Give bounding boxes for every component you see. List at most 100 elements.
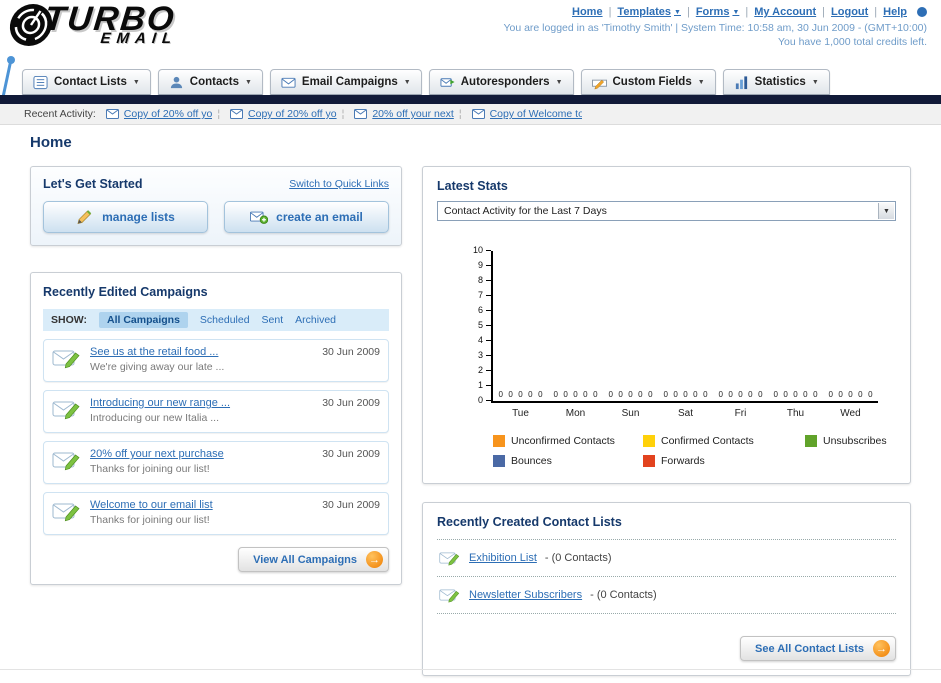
main-content: Home Let's Get Started Switch to Quick L… (0, 126, 941, 676)
filter-tab-all-campaigns[interactable]: All Campaigns (98, 312, 188, 328)
stats-filter-value: Contact Activity for the Last 7 Days (444, 205, 607, 217)
value-label: 0 (583, 390, 588, 399)
header-right: Home | Templates ▼ | Forms ▼ | My Account … (503, 6, 927, 48)
app-logo: TURBO EMAIL (6, 0, 182, 48)
campaigns-filter-bar: SHOW: All Campaigns Scheduled Sent Archi… (43, 309, 389, 331)
campaign-row: See us at the retail food ... We're givi… (43, 339, 389, 382)
tab-contact-lists[interactable]: Contact Lists ▼ (22, 69, 151, 95)
manage-lists-button[interactable]: manage lists (43, 201, 208, 233)
contact-lists-panel: Recently Created Contact Lists Exhibitio… (422, 502, 911, 676)
value-label: 0 (838, 390, 843, 399)
value-label: 0 (773, 390, 778, 399)
list-edit-icon (439, 589, 460, 603)
autoresponders-icon (440, 75, 455, 90)
top-nav-help[interactable]: Help (883, 6, 907, 18)
see-all-contact-lists-label: See All Contact Lists (754, 642, 864, 655)
help-icon[interactable] (917, 7, 927, 17)
top-nav-templates[interactable]: Templates ▼ (617, 6, 681, 18)
see-all-contact-lists-button[interactable]: See All Contact Lists → (739, 636, 896, 661)
top-nav-logout[interactable]: Logout (831, 6, 868, 18)
recent-activity-link[interactable]: Copy of 20% off yo (124, 108, 213, 120)
legend-swatch-bounces (493, 455, 505, 467)
email-campaigns-icon (281, 75, 296, 90)
switch-quick-links-link[interactable]: Switch to Quick Links (289, 178, 389, 190)
campaign-row: Introducing our new range ... Introducin… (43, 390, 389, 433)
value-label: 0 (868, 390, 873, 399)
y-tick-label: 2 (477, 365, 483, 375)
tab-custom-fields[interactable]: Custom Fields ▼ (580, 69, 716, 95)
legend-entry: Forwards (643, 455, 805, 467)
campaign-date: 30 Jun 2009 (322, 448, 380, 460)
separator: | (874, 6, 878, 18)
value-label-group: 00000 (713, 390, 768, 399)
statistics-icon (734, 75, 749, 90)
chevron-down-icon: ▼ (674, 8, 681, 16)
contact-list-link[interactable]: Exhibition List (469, 552, 537, 564)
login-status: You are logged in as 'Timothy Smith' | S… (503, 22, 927, 34)
page-title: Home (30, 134, 72, 151)
campaign-title-link[interactable]: 20% off your next purchase (90, 448, 314, 460)
value-label: 0 (498, 390, 503, 399)
campaign-title-link[interactable]: See us at the retail food ... (90, 346, 314, 358)
arrow-right-icon: → (366, 551, 383, 568)
contact-list-row: Newsletter Subscribers - (0 Contacts) (437, 577, 896, 614)
campaign-info: 20% off your next purchase Thanks for jo… (90, 448, 314, 477)
create-email-button[interactable]: create an email (224, 201, 389, 233)
legend-swatch-unsubscribes (805, 435, 817, 447)
view-all-campaigns-button[interactable]: View All Campaigns → (238, 547, 389, 572)
chart-y-axis: 0 1 2 3 4 5 6 7 8 9 10 (465, 246, 491, 405)
logo-text: TURBO EMAIL (42, 0, 181, 47)
campaign-subtitle: Introducing our new Italia ... (90, 412, 219, 424)
value-label: 0 (793, 390, 798, 399)
value-label: 0 (638, 390, 643, 399)
stats-filter-dropdown[interactable]: Contact Activity for the Last 7 Days ▼ (437, 201, 896, 221)
x-tick-label: Sat (677, 408, 693, 419)
tab-label: Email Campaigns (301, 76, 398, 88)
separator: | (608, 6, 612, 18)
y-tick-label: 8 (477, 275, 483, 285)
legend-swatch-unconfirmed (493, 435, 505, 447)
custom-fields-icon (591, 75, 607, 90)
tab-autoresponders[interactable]: Autoresponders ▼ (428, 69, 574, 95)
top-nav-forms[interactable]: Forms ▼ (696, 6, 740, 18)
tab-email-campaigns[interactable]: Email Campaigns ▼ (269, 69, 422, 95)
top-nav-my-account[interactable]: My Account (754, 6, 816, 18)
value-label: 0 (528, 390, 533, 399)
top-nav-label: Templates (617, 6, 672, 18)
nav-divider-bar (0, 95, 941, 104)
campaign-row: 20% off your next purchase Thanks for jo… (43, 441, 389, 484)
value-label-group: 00000 (768, 390, 823, 399)
legend-entry: Unconfirmed Contacts (493, 435, 643, 447)
latest-stats-title: Latest Stats (437, 179, 508, 193)
legend-entry: Unsubscribes (805, 435, 896, 447)
tab-statistics[interactable]: Statistics ▼ (722, 69, 830, 95)
x-tick-label: Wed (840, 408, 861, 419)
show-label: SHOW: (51, 314, 87, 326)
filter-tab-scheduled[interactable]: Scheduled (200, 314, 250, 326)
y-tick-label: 9 (477, 260, 483, 270)
contact-list-link[interactable]: Newsletter Subscribers (469, 589, 582, 601)
tab-contacts[interactable]: Contacts ▼ (157, 69, 263, 95)
list-edit-icon (439, 552, 460, 566)
chart-legend: Unconfirmed Contacts Confirmed Contacts … (493, 435, 896, 467)
value-label: 0 (663, 390, 668, 399)
value-label-group: 00000 (823, 390, 878, 399)
campaign-title-link[interactable]: Welcome to our email list (90, 499, 314, 511)
filter-tab-archived[interactable]: Archived (295, 314, 336, 326)
legend-label: Unconfirmed Contacts (511, 435, 615, 447)
recent-activity-link[interactable]: 20% off your next (372, 108, 454, 120)
top-nav-home[interactable]: Home (572, 6, 603, 18)
campaign-edit-icon (52, 397, 82, 426)
get-started-panel: Let's Get Started Switch to Quick Links … (30, 166, 402, 246)
chevron-down-icon: ▼ (132, 78, 140, 86)
arrow-right-icon: → (873, 640, 890, 657)
view-all-campaigns-label: View All Campaigns (253, 553, 357, 566)
value-label: 0 (728, 390, 733, 399)
campaign-title-link[interactable]: Introducing our new range ... (90, 397, 314, 409)
chevron-down-icon: ▼ (878, 203, 894, 219)
filter-tab-sent[interactable]: Sent (262, 314, 284, 326)
recent-activity-link[interactable]: Copy of Welcome to (490, 108, 582, 120)
recent-activity-link[interactable]: Copy of 20% off yo (248, 108, 337, 120)
contact-activity-chart: 0 1 2 3 4 5 6 7 8 9 10 000000000000000000000000000… (465, 246, 896, 419)
recent-activity-item: Copy of 20% off yo ¦ (105, 108, 220, 120)
